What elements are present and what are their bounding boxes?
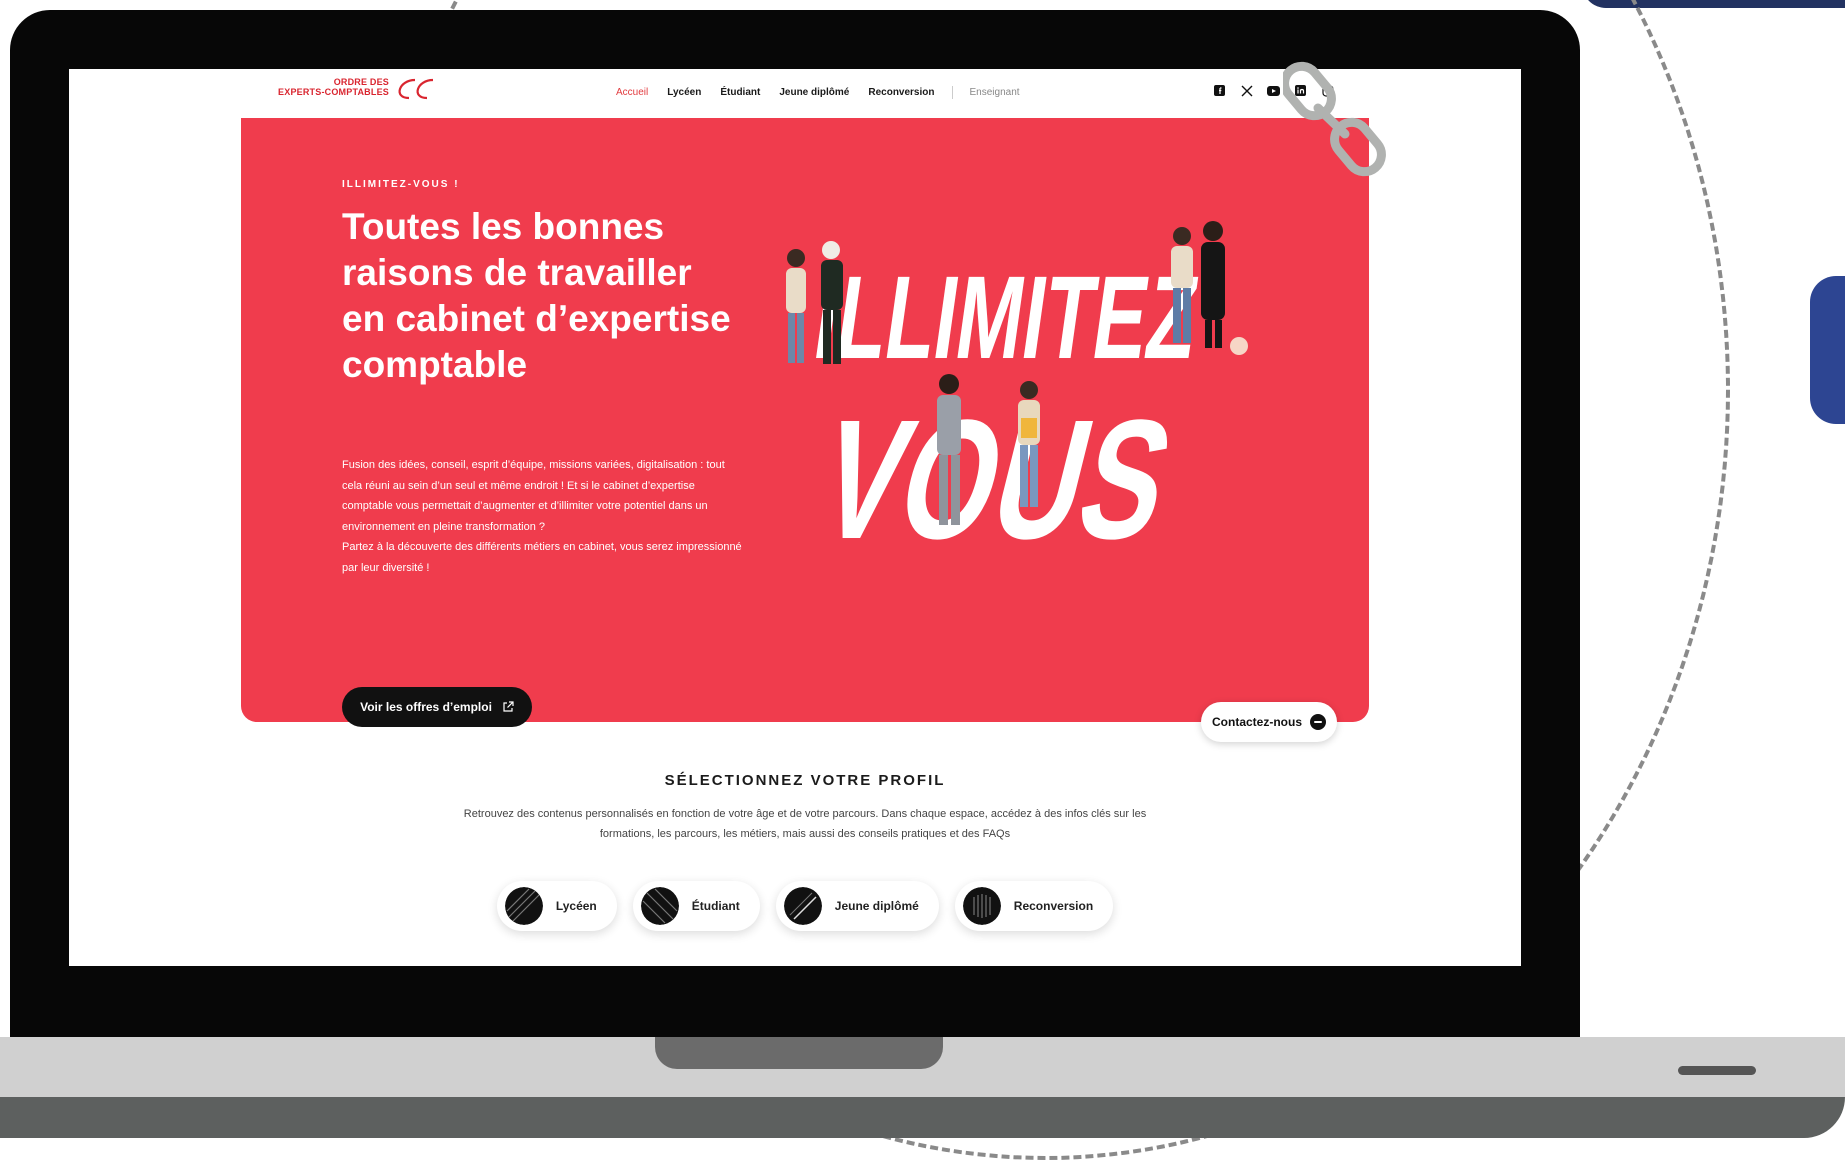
job-offers-label: Voir les offres d’emploi: [360, 700, 492, 714]
laptop-notch: [655, 1037, 943, 1069]
laptop-screen: ORDRE DES EXPERTS-COMPTABLES Accueil Lyc…: [69, 69, 1521, 966]
x-icon[interactable]: [1240, 84, 1253, 97]
hero-title: Toutes les bonnes raisons de travailler …: [342, 206, 731, 385]
hero-illustration: ILLIMITEZ VOUS: [786, 221, 1248, 574]
nav-item-enseignant[interactable]: Enseignant: [970, 87, 1020, 98]
contact-button[interactable]: Contactez-nous: [1201, 702, 1337, 742]
logo-line-1: ORDRE DES: [333, 77, 389, 87]
decorative-navy-tab: [1810, 276, 1845, 424]
etudiant-pattern-icon: [640, 887, 679, 925]
jeune-diplome-pattern-icon: [783, 887, 822, 925]
reconversion-pattern-icon: [962, 887, 1001, 925]
chat-bubble-icon: [1310, 714, 1326, 730]
profile-chip-label: Lycéen: [555, 899, 597, 913]
site-logo[interactable]: ORDRE DES EXPERTS-COMPTABLES: [271, 77, 441, 107]
lyceen-pattern-icon: [504, 887, 543, 925]
job-offers-button[interactable]: Voir les offres d’emploi: [342, 687, 532, 727]
nav-item-lyceen[interactable]: Lycéen: [667, 87, 701, 98]
logo-mark-icon: [398, 78, 434, 100]
youtube-icon[interactable]: [1267, 84, 1280, 97]
art-vous-text: VOUS: [802, 384, 1189, 574]
navbar: ORDRE DES EXPERTS-COMPTABLES Accueil Lyc…: [241, 69, 1369, 118]
main-menu: Accueil Lycéen Étudiant Jeune diplômé Re…: [616, 86, 1039, 99]
profile-chip-label: Jeune diplômé: [834, 899, 919, 913]
profile-title: SÉLECTIONNEZ VOTRE PROFIL: [664, 772, 946, 789]
nav-item-reconversion[interactable]: Reconversion: [868, 87, 934, 98]
hero-paragraph-1: Fusion des idées, conseil, esprit d’équi…: [342, 459, 725, 533]
profile-chip-etudiant[interactable]: Étudiant: [632, 881, 760, 931]
chain-link-icon: [1283, 61, 1386, 177]
hero-paragraph-2: Partez à la découverte des différents mé…: [342, 541, 742, 574]
external-link-icon: [503, 701, 514, 712]
profile-description: Retrouvez des contenus personnalisés en …: [463, 808, 1147, 840]
laptop-base-bottom: [0, 1097, 1845, 1138]
profile-chip-label: Reconversion: [1013, 899, 1094, 913]
hero-banner: ILLIMITEZ-VOUS ! Toutes les bonnes raiso…: [241, 118, 1369, 727]
profile-chip-label: Étudiant: [691, 899, 740, 913]
hero-description: Fusion des idées, conseil, esprit d’équi…: [342, 455, 742, 578]
website: ORDRE DES EXPERTS-COMPTABLES Accueil Lyc…: [241, 69, 1369, 966]
profile-chip-reconversion[interactable]: Reconversion: [954, 881, 1114, 931]
nav-item-accueil[interactable]: Accueil: [616, 87, 648, 98]
facebook-icon[interactable]: [1213, 84, 1226, 97]
profile-chip-jeune-diplome[interactable]: Jeune diplômé: [775, 881, 939, 931]
profile-chip-lyceen[interactable]: Lycéen: [496, 881, 617, 931]
art-illimitez-text: ILLIMITEZ: [807, 253, 1205, 384]
nav-item-etudiant[interactable]: Étudiant: [720, 87, 760, 98]
contact-label: Contactez-nous: [1212, 715, 1302, 729]
hero-eyebrow: ILLIMITEZ-VOUS !: [342, 179, 460, 190]
logo-line-2: EXPERTS-COMPTABLES: [278, 87, 389, 97]
profile-chips: Lycéen Étudiant Jeune diplômé Reconversi…: [241, 881, 1369, 931]
menu-divider: [951, 86, 953, 99]
laptop-slot: [1678, 1066, 1756, 1075]
nav-item-jeune-diplome[interactable]: Jeune diplômé: [779, 87, 849, 98]
